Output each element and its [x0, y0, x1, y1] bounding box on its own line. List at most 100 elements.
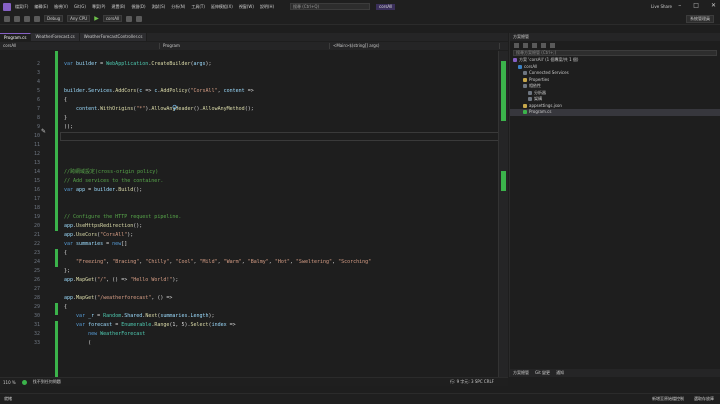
breakpoint-icon[interactable]	[136, 15, 143, 22]
search-input[interactable]: 搜尋 (Ctrl+Q)	[290, 3, 371, 10]
line-number: 30	[33, 313, 40, 319]
issues-status[interactable]: 找不到任何問題	[33, 379, 61, 385]
close-icon[interactable]: ✕	[711, 2, 716, 9]
panel-tab[interactable]: Git 變更	[535, 370, 550, 376]
code-line[interactable]: "Freezing", "Bracing", "Chilly", "Cool",…	[64, 258, 371, 267]
sync-icon[interactable]	[523, 42, 528, 48]
run-target-button[interactable]: corsAll	[102, 15, 123, 22]
code-line[interactable]: {	[64, 303, 67, 312]
line-number: 2	[36, 61, 40, 67]
code-line[interactable]: app.MapGet("/weatherforecast", () =>	[64, 294, 172, 303]
code-line[interactable]: var _r = Random.Shared.Next(summaries.Le…	[64, 312, 215, 321]
line-number: 17	[33, 196, 40, 202]
menu-item[interactable]: 分析(N)	[171, 4, 185, 10]
hot-reload-icon[interactable]	[126, 15, 133, 22]
save-icon[interactable]	[24, 15, 30, 22]
line-number: 22	[33, 241, 40, 247]
undo-icon[interactable]	[34, 15, 40, 22]
document-tab[interactable]: WeatherForecastController.cs	[79, 33, 148, 41]
file-icon	[523, 110, 527, 115]
line-number: 21	[33, 232, 40, 238]
menu-bar: 檔案(F) 編輯(E) 檢視(V) Git(G) 專案(P) 建置(B) 偵錯(D) 測試(S…	[0, 0, 720, 13]
minimize-icon[interactable]: –	[678, 2, 681, 9]
collapse-icon[interactable]	[541, 42, 546, 48]
line-number: 13	[33, 160, 40, 166]
code-line[interactable]: {	[64, 249, 67, 258]
line-number: 26	[33, 277, 40, 283]
panel-tab[interactable]: 方案總管	[513, 370, 529, 376]
refresh-icon[interactable]	[532, 42, 537, 48]
add-source-control-button[interactable]: 新增至原始檔控制	[652, 396, 684, 402]
change-indicator	[55, 303, 58, 315]
menu-item[interactable]: 視窗(W)	[239, 4, 254, 10]
tree-item[interactable]: Program.cs	[510, 109, 720, 116]
line-number: 29	[33, 304, 40, 310]
file-icon	[523, 71, 527, 76]
scroll-minimap[interactable]	[498, 51, 508, 377]
member-nav-dropdown[interactable]: <Main>$(string[] args)	[330, 43, 500, 49]
menu-item[interactable]: 延伸模組(X)	[211, 4, 233, 10]
menu-item[interactable]: 測試(S)	[152, 4, 166, 10]
solution-explorer-toolbar	[510, 41, 720, 49]
file-icon	[523, 103, 527, 108]
code-line[interactable]: var builder = WebApplication.CreateBuild…	[64, 60, 212, 69]
visual-studio-logo-icon	[3, 2, 11, 11]
code-line[interactable]: {	[64, 96, 67, 105]
menu-item[interactable]: 專案(P)	[92, 4, 106, 10]
code-line[interactable]: new WeatherForecast	[64, 330, 145, 339]
code-line[interactable]: ));	[64, 123, 73, 132]
type-nav-dropdown[interactable]: Program	[160, 43, 330, 49]
code-line[interactable]: var summaries = new[]	[64, 240, 127, 249]
menu-item[interactable]: 偵錯(D)	[131, 4, 145, 10]
code-line[interactable]: app.UseCors("CorsAll");	[64, 231, 133, 240]
minimap-change-mark	[501, 61, 506, 121]
menu-item[interactable]: 檢視(V)	[54, 4, 68, 10]
document-tab[interactable]: WeatherForecast.cs	[31, 33, 80, 41]
maximize-icon[interactable]: □	[693, 2, 699, 9]
current-line-highlight	[60, 132, 500, 141]
code-line[interactable]: var app = builder.Build();	[64, 186, 142, 195]
code-editor[interactable]: 2 3 4 5 6 7 8 9 10 11 12 13 14 15 16 17 18 19 20 21 22 23 24 25…	[0, 51, 508, 377]
code-line[interactable]: (	[64, 339, 91, 348]
code-line[interactable]: app.UseHttpsRedirection();	[64, 222, 142, 231]
line-number: 6	[36, 97, 40, 103]
code-line[interactable]: builder.Services.AddCors(c => c.AddPolic…	[64, 87, 254, 96]
line-number: 3	[36, 70, 40, 76]
project-badge: corsAll	[376, 3, 396, 10]
menu-item[interactable]: 工具(T)	[191, 4, 205, 10]
code-line[interactable]: app.MapGet("/", () => "Hello World!");	[64, 276, 178, 285]
back-icon[interactable]	[4, 15, 10, 22]
menu-item[interactable]: 檔案(F)	[15, 4, 28, 10]
document-tabs: Program.cs WeatherForecast.cs WeatherForec…	[0, 33, 508, 41]
line-number: 7	[36, 106, 40, 112]
code-line[interactable]: }	[64, 114, 67, 123]
code-line[interactable]: var forecast = Enumerable.Range(1, 5).Se…	[64, 321, 236, 330]
project-nav-dropdown[interactable]: corsAll	[0, 43, 160, 49]
run-icon[interactable]: ▶	[94, 15, 99, 22]
code-line[interactable]: //跨網域設定(cross-origin policy)	[64, 168, 158, 177]
code-line[interactable]: // Configure the HTTP request pipeline.	[64, 213, 181, 222]
select-repository-button[interactable]: 選取存放庫	[694, 396, 714, 402]
menu-item[interactable]: Git(G)	[74, 4, 86, 10]
live-share-button[interactable]: Live Share	[651, 4, 672, 9]
document-tab[interactable]: Program.cs	[0, 33, 32, 41]
lightbulb-icon[interactable]: ⚲	[172, 104, 178, 112]
menu-item[interactable]: 編輯(E)	[34, 4, 48, 10]
menu-items: 檔案(F) 編輯(E) 檢視(V) Git(G) 專案(P) 建置(B) 偵錯(D) 測試(S…	[15, 4, 280, 10]
code-line[interactable]: };	[64, 267, 70, 276]
forward-icon[interactable]	[14, 15, 20, 22]
menu-item[interactable]: 說明(H)	[260, 4, 274, 10]
platform-dropdown[interactable]: Any CPU	[67, 15, 91, 22]
zoom-level[interactable]: 110 %	[3, 380, 16, 385]
code-line[interactable]: // Add services to the container.	[64, 177, 163, 186]
navigation-bar: corsAll Program <Main>$(string[] args)	[0, 42, 508, 50]
solution-search-input[interactable]: 搜尋方案總管 (Ctrl+;)	[513, 50, 717, 56]
menu-item[interactable]: 建置(B)	[111, 4, 125, 10]
config-dropdown[interactable]: Debug	[44, 15, 64, 22]
panel-tab[interactable]: 通知	[556, 370, 564, 376]
code-line[interactable]: content.WithOrigins("*").AllowAnyHeader(…	[64, 105, 254, 114]
settings-icon[interactable]	[550, 42, 555, 48]
home-icon[interactable]	[514, 42, 519, 48]
toolbar: Debug Any CPU ▶ corsAll 系統管理員	[0, 13, 720, 25]
change-indicator	[55, 321, 58, 377]
